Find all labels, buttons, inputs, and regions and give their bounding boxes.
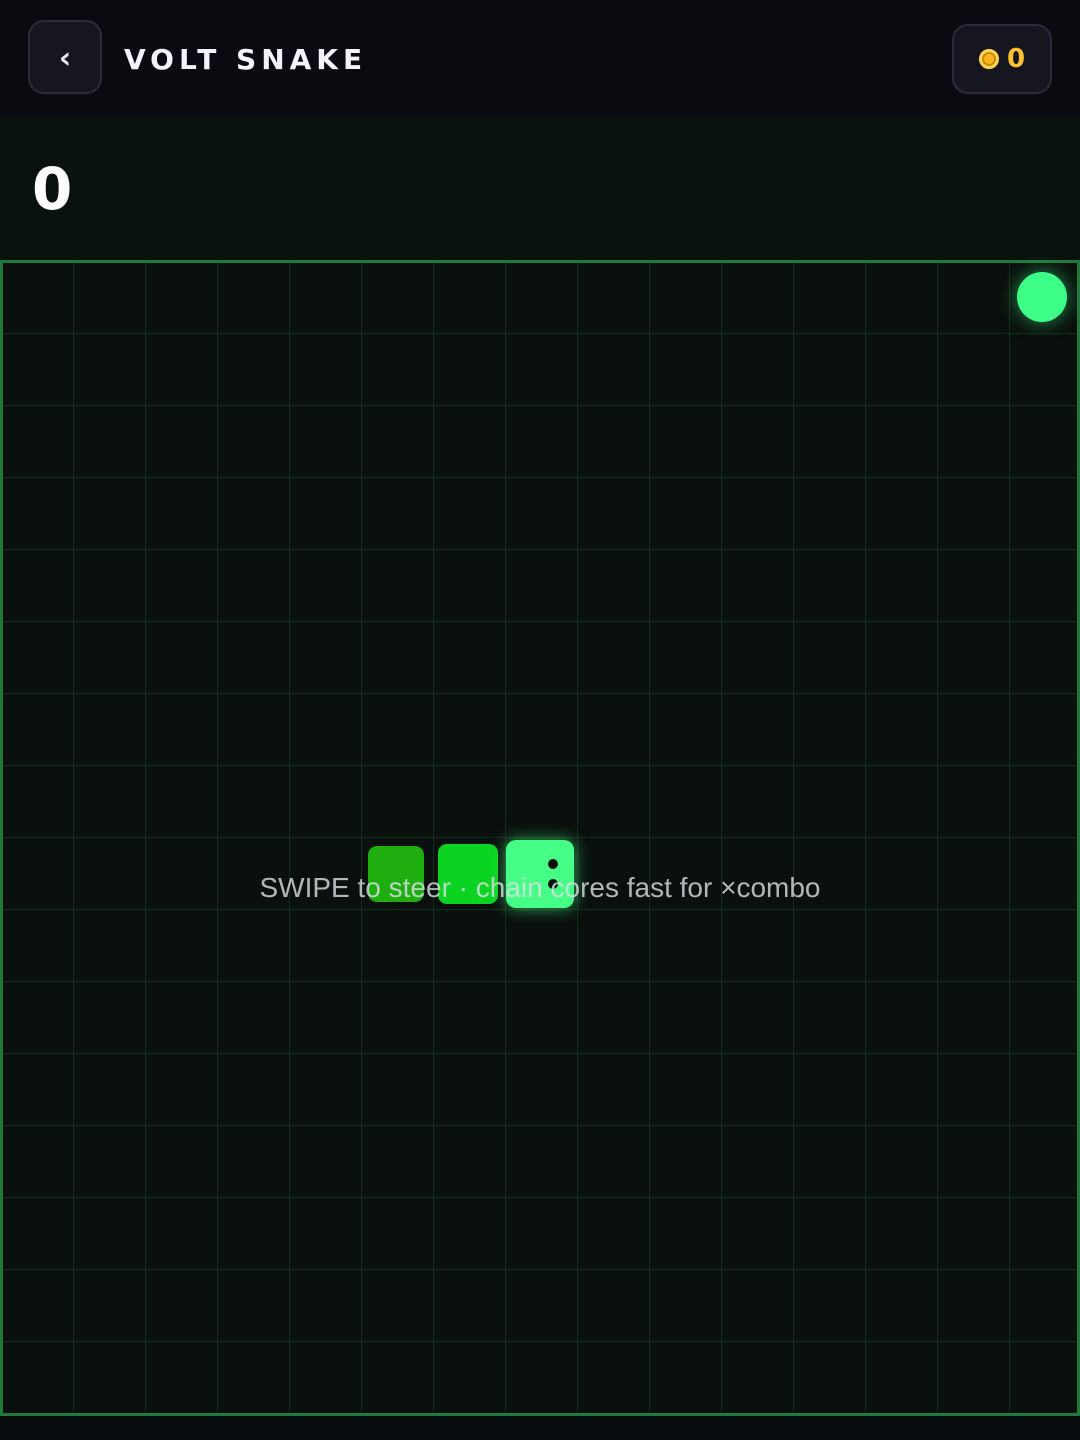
back-button[interactable]: ‹ [28, 20, 102, 94]
controls-hint: SWIPE to steer · chain cores fast for ×c… [259, 872, 821, 903]
chevron-left-icon: ‹ [58, 41, 72, 76]
score-bar [0, 116, 1080, 261]
coin-count: 0 [1006, 44, 1026, 74]
game-board[interactable] [0, 260, 1080, 1416]
energy-core-food [1017, 272, 1067, 322]
coin-icon [978, 49, 999, 69]
game-title: VOLT SNAKE [124, 43, 368, 76]
coin-counter[interactable]: 0 [952, 24, 1052, 94]
score-value: 0 [32, 155, 73, 223]
top-bar: ‹ VOLT SNAKE 0 [0, 0, 1080, 116]
bottom-strip [0, 1416, 1080, 1440]
